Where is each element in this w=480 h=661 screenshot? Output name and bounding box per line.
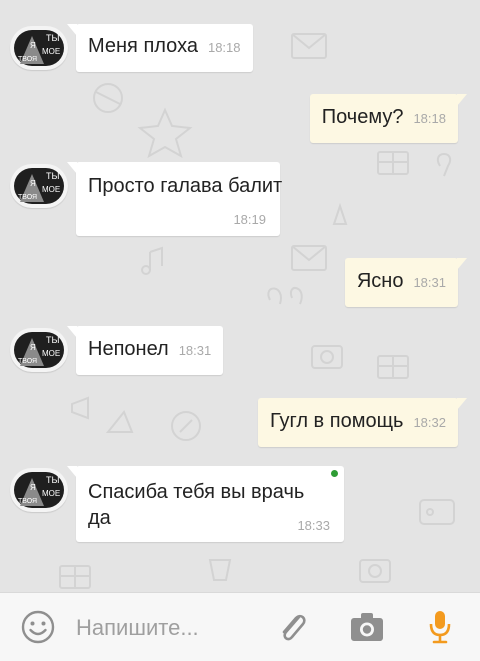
chat-area: ТЫ Я МОЕ ТВОЯ Меня плоха 18:18 Почему? 18:… [0, 0, 480, 592]
message-bubble-incoming[interactable]: Спасиба тебя вы врачь да 18:33 [67, 466, 344, 542]
message-time: 18:32 [413, 415, 446, 430]
message-text: Непонел [88, 338, 169, 360]
message-input-bar: Напишите... [0, 592, 480, 661]
avatar-text-3: МОЕ [42, 47, 60, 56]
message-text: Гугл в помощь [269, 410, 404, 432]
avatar-text-4: ТВОЯ [18, 56, 37, 63]
camera-icon [351, 613, 383, 641]
avatar-text-1: ТЫ [46, 475, 59, 485]
avatar[interactable]: ТЫ Я МОЕ ТВОЯ [10, 328, 68, 372]
avatar-text-3: МОЕ [42, 349, 60, 358]
smiley-icon [21, 610, 55, 644]
message-text-line-1: Спасиба тебя вы врачь [88, 481, 305, 503]
message-bubble-outgoing[interactable]: Гугл в помощь 18:32 [257, 398, 468, 447]
avatar[interactable]: ТЫ Я МОЕ ТВОЯ [10, 26, 68, 70]
message-text: Меня плоха [88, 35, 198, 57]
avatar-text-2: Я [30, 41, 36, 50]
message-time: 18:18 [413, 111, 446, 126]
paperclip-icon [282, 614, 306, 641]
avatar-text-2: Я [30, 179, 36, 188]
message-bubble-incoming[interactable]: Меня плоха 18:18 [67, 24, 253, 72]
avatar-text-3: МОЕ [42, 489, 60, 498]
message-time: 18:18 [207, 40, 241, 55]
message-text: Ясно [356, 270, 404, 292]
message-bubble-outgoing[interactable]: Ясно 18:31 [344, 258, 468, 307]
avatar-text-2: Я [30, 483, 36, 492]
message-text-line-2: да [88, 507, 111, 529]
avatar-text-4: ТВОЯ [18, 194, 37, 201]
message-bubble-incoming[interactable]: Непонел 18:31 [66, 326, 224, 375]
microphone-icon [429, 611, 451, 644]
message-bubble-outgoing[interactable]: Почему? 18:18 [309, 94, 468, 143]
avatar[interactable]: ТЫ Я МОЕ ТВОЯ [10, 468, 68, 512]
avatar-text-4: ТВОЯ [18, 358, 37, 365]
avatar-text-1: ТЫ [46, 335, 59, 345]
camera-button[interactable] [344, 593, 390, 661]
attach-button[interactable] [270, 593, 314, 661]
avatar-text-4: ТВОЯ [18, 498, 37, 505]
message-time: 18:19 [233, 212, 266, 227]
avatar-text-3: МОЕ [42, 185, 60, 194]
online-indicator [331, 470, 338, 477]
avatar-text-2: Я [30, 343, 36, 352]
message-bubble-incoming[interactable]: Просто галава балит 18:19 [67, 162, 283, 236]
avatar-text-1: ТЫ [46, 33, 59, 43]
message-time: 18:33 [297, 518, 330, 533]
message-time: 18:31 [413, 275, 446, 290]
avatar-text-1: ТЫ [46, 171, 59, 181]
emoji-button[interactable] [16, 593, 60, 661]
avatar[interactable]: ТЫ Я МОЕ ТВОЯ [10, 164, 68, 208]
message-text: Почему? [321, 106, 404, 128]
microphone-button[interactable] [420, 593, 460, 661]
message-time: 18:31 [178, 343, 212, 358]
message-input-placeholder[interactable]: Напишите... [76, 615, 199, 641]
message-text: Просто галава балит [88, 175, 283, 197]
